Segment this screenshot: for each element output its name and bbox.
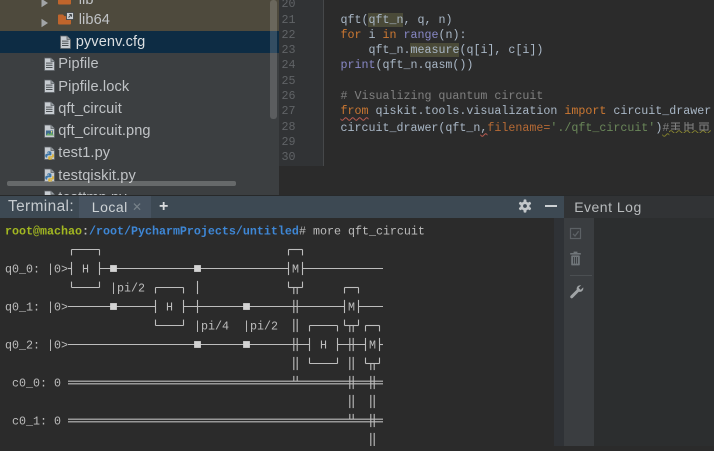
svg-text:c0_0: 0: c0_0: 0	[12, 377, 61, 391]
svg-text:|pi/2: |pi/2	[243, 320, 278, 334]
svg-text:q0_2: |0>: q0_2: |0>	[5, 339, 68, 353]
svg-text::: :	[82, 224, 89, 238]
svg-text:M: M	[369, 339, 376, 353]
svg-text:root@machao: root@machao	[5, 224, 82, 238]
svg-text:c0_1: 0: c0_1: 0	[12, 415, 61, 429]
svg-text:q0_1: |0>: q0_1: |0>	[5, 301, 68, 315]
svg-text:H: H	[166, 301, 173, 315]
svg-text:H: H	[320, 339, 327, 353]
svg-text:M: M	[348, 301, 355, 315]
svg-text:/root/PycharmProjects/untitled: /root/PycharmProjects/untitled	[89, 224, 299, 238]
svg-text:q0_0: |0>: q0_0: |0>	[5, 263, 68, 277]
svg-text:|pi/4: |pi/4	[194, 320, 229, 334]
svg-text:|pi/2: |pi/2	[110, 282, 145, 296]
svg-text:# more qft_circuit: # more qft_circuit	[299, 224, 425, 238]
svg-text:M: M	[292, 263, 299, 277]
svg-text:H: H	[82, 263, 89, 277]
